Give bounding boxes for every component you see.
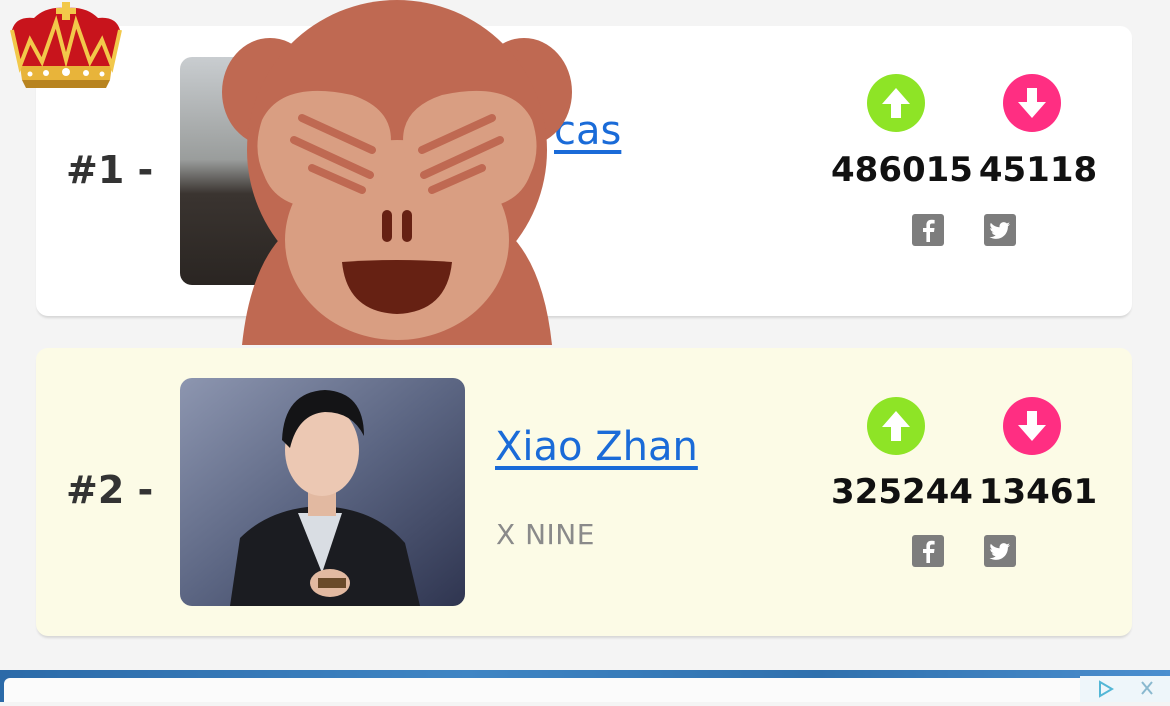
rank-label: #2 - — [66, 468, 154, 512]
arrow-down-icon — [1018, 411, 1046, 441]
arrow-down-icon — [1018, 88, 1046, 118]
downvote-count: 13461 — [978, 472, 1098, 512]
arrow-up-icon — [882, 88, 910, 118]
ad-content[interactable] — [4, 678, 1080, 702]
artist-group: X NINE — [496, 518, 595, 551]
ranking-card-2: #2 - Xiao Zhan X NINE 325244 13461 — [36, 348, 1132, 636]
twitter-icon — [989, 543, 1010, 560]
rank-label: #1 - — [66, 148, 154, 192]
upvote-count: 486015 — [831, 150, 973, 190]
artist-photo[interactable] — [180, 378, 465, 606]
upvote-count: 325244 — [831, 472, 973, 512]
twitter-icon — [989, 222, 1010, 239]
facebook-share-button[interactable] — [912, 535, 944, 567]
downvote-button[interactable] — [1003, 74, 1061, 132]
downvote-count: 45118 — [978, 150, 1098, 190]
see-no-evil-monkey-emoji — [222, 0, 572, 345]
ad-choices[interactable] — [1080, 676, 1170, 702]
close-icon — [1141, 681, 1153, 695]
facebook-share-button[interactable] — [912, 214, 944, 246]
facebook-icon — [923, 540, 935, 563]
downvote-button[interactable] — [1003, 397, 1061, 455]
ranking-card-1: #1 - cas 486015 45118 — [36, 26, 1132, 316]
arrow-up-icon — [882, 411, 910, 441]
facebook-icon — [923, 219, 935, 242]
twitter-share-button[interactable] — [984, 214, 1016, 246]
upvote-button[interactable] — [867, 74, 925, 132]
twitter-share-button[interactable] — [984, 535, 1016, 567]
upvote-button[interactable] — [867, 397, 925, 455]
crown-icon — [10, 2, 122, 88]
artist-name-link[interactable]: Xiao Zhan — [495, 424, 698, 470]
